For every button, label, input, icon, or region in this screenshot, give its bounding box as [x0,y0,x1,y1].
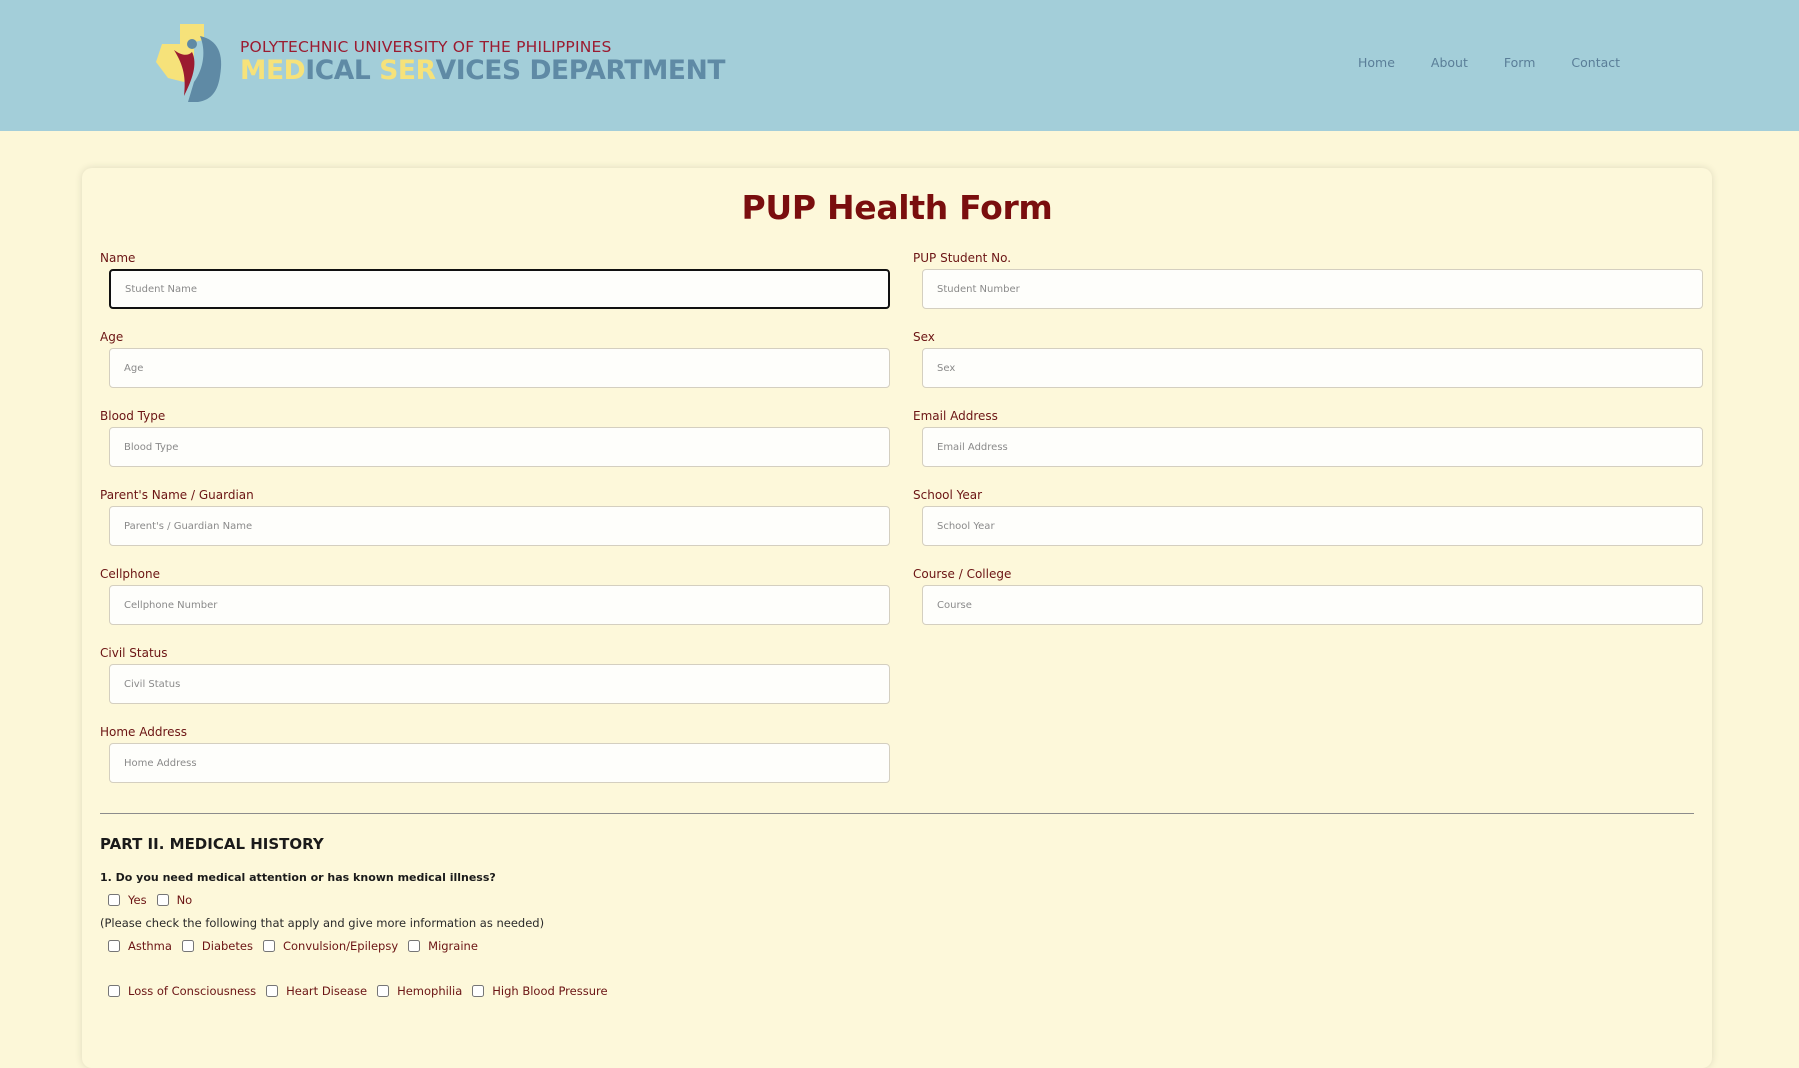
heart-disease-checkbox[interactable] [266,985,279,997]
school-year-input[interactable] [922,506,1703,546]
loss-of-consciousness-option[interactable]: Loss of Consciousness [108,984,256,998]
section-divider [100,813,1694,814]
nav-form[interactable]: Form [1504,55,1536,70]
parent-label: Parent's Name / Guardian [100,488,254,502]
high-blood-pressure-option[interactable]: High Blood Pressure [472,984,608,998]
civil-status-field-group: Civil Status [100,646,900,704]
sex-input[interactable] [922,348,1703,388]
nav-about[interactable]: About [1431,55,1468,70]
instructions-note: (Please check the following that apply a… [100,916,545,930]
question-1: 1. Do you need medical attention or has … [100,871,496,884]
yes-no-row: Yes No [108,893,202,907]
civil-status-label: Civil Status [100,646,168,660]
migraine-option[interactable]: Migraine [408,939,478,953]
cellphone-input[interactable] [109,585,890,625]
name-field-group: Name [100,251,900,309]
epilepsy-option[interactable]: Convulsion/Epilepsy [262,939,398,953]
illness-row-1: Asthma Diabetes Convulsion/Epilepsy Migr… [108,939,488,953]
age-input[interactable] [109,348,890,388]
illness-row-2: Loss of Consciousness Heart Disease Hemo… [108,984,618,998]
school-year-label: School Year [913,488,983,502]
home-address-label: Home Address [100,725,188,739]
hemophilia-option[interactable]: Hemophilia [377,984,462,998]
diabetes-option[interactable]: Diabetes [181,939,253,953]
page-title: PUP Health Form [741,188,1053,227]
asthma-option[interactable]: Asthma [108,939,172,953]
high-blood-pressure-checkbox[interactable] [472,985,485,997]
email-label: Email Address [913,409,998,423]
logo[interactable]: POLYTECHNIC UNIVERSITY OF THE PHILIPPINE… [154,20,725,102]
blood-type-input[interactable] [109,427,890,467]
student-no-label: PUP Student No. [913,251,1012,265]
civil-status-input[interactable] [109,664,890,704]
home-address-input[interactable] [109,743,890,783]
sex-field-group: Sex [913,330,1713,388]
cellphone-field-group: Cellphone [100,567,900,625]
course-input[interactable] [922,585,1703,625]
student-no-input[interactable] [922,269,1703,309]
health-form-card: PUP Health Form Name Age Blood Type Pare… [82,168,1712,1068]
loss-of-consciousness-checkbox[interactable] [108,985,120,997]
parent-field-group: Parent's Name / Guardian [100,488,900,546]
student-no-field-group: PUP Student No. [913,251,1713,309]
section-title-medical-history: PART II. MEDICAL HISTORY [100,835,324,853]
yes-checkbox[interactable] [108,894,120,906]
hemophilia-checkbox[interactable] [377,985,390,997]
sex-label: Sex [913,330,935,344]
asthma-checkbox[interactable] [108,940,120,952]
no-checkbox[interactable] [156,894,169,906]
email-input[interactable] [922,427,1703,467]
logo-university-name: POLYTECHNIC UNIVERSITY OF THE PHILIPPINE… [240,38,612,56]
blood-type-label: Blood Type [100,409,166,423]
logo-department-name: MEDICAL SERVICES DEPARTMENT [240,55,726,86]
main-nav: Home About Form Contact [1358,55,1656,70]
name-input[interactable] [109,269,890,309]
course-label: Course / College [913,567,1012,581]
yes-option[interactable]: Yes [108,893,147,907]
age-label: Age [100,330,124,344]
cellphone-label: Cellphone [100,567,160,581]
name-label: Name [100,251,136,265]
migraine-checkbox[interactable] [408,940,421,952]
heart-disease-option[interactable]: Heart Disease [266,984,367,998]
blood-type-field-group: Blood Type [100,409,900,467]
nav-home[interactable]: Home [1358,55,1395,70]
age-field-group: Age [100,330,900,388]
email-field-group: Email Address [913,409,1713,467]
course-field-group: Course / College [913,567,1713,625]
logo-icon [156,24,222,102]
site-header: POLYTECHNIC UNIVERSITY OF THE PHILIPPINE… [0,0,1799,131]
no-option[interactable]: No [156,893,192,907]
home-address-field-group: Home Address [100,725,900,783]
nav-contact[interactable]: Contact [1571,55,1620,70]
parent-input[interactable] [109,506,890,546]
school-year-field-group: School Year [913,488,1713,546]
epilepsy-checkbox[interactable] [262,940,275,952]
diabetes-checkbox[interactable] [181,940,194,952]
